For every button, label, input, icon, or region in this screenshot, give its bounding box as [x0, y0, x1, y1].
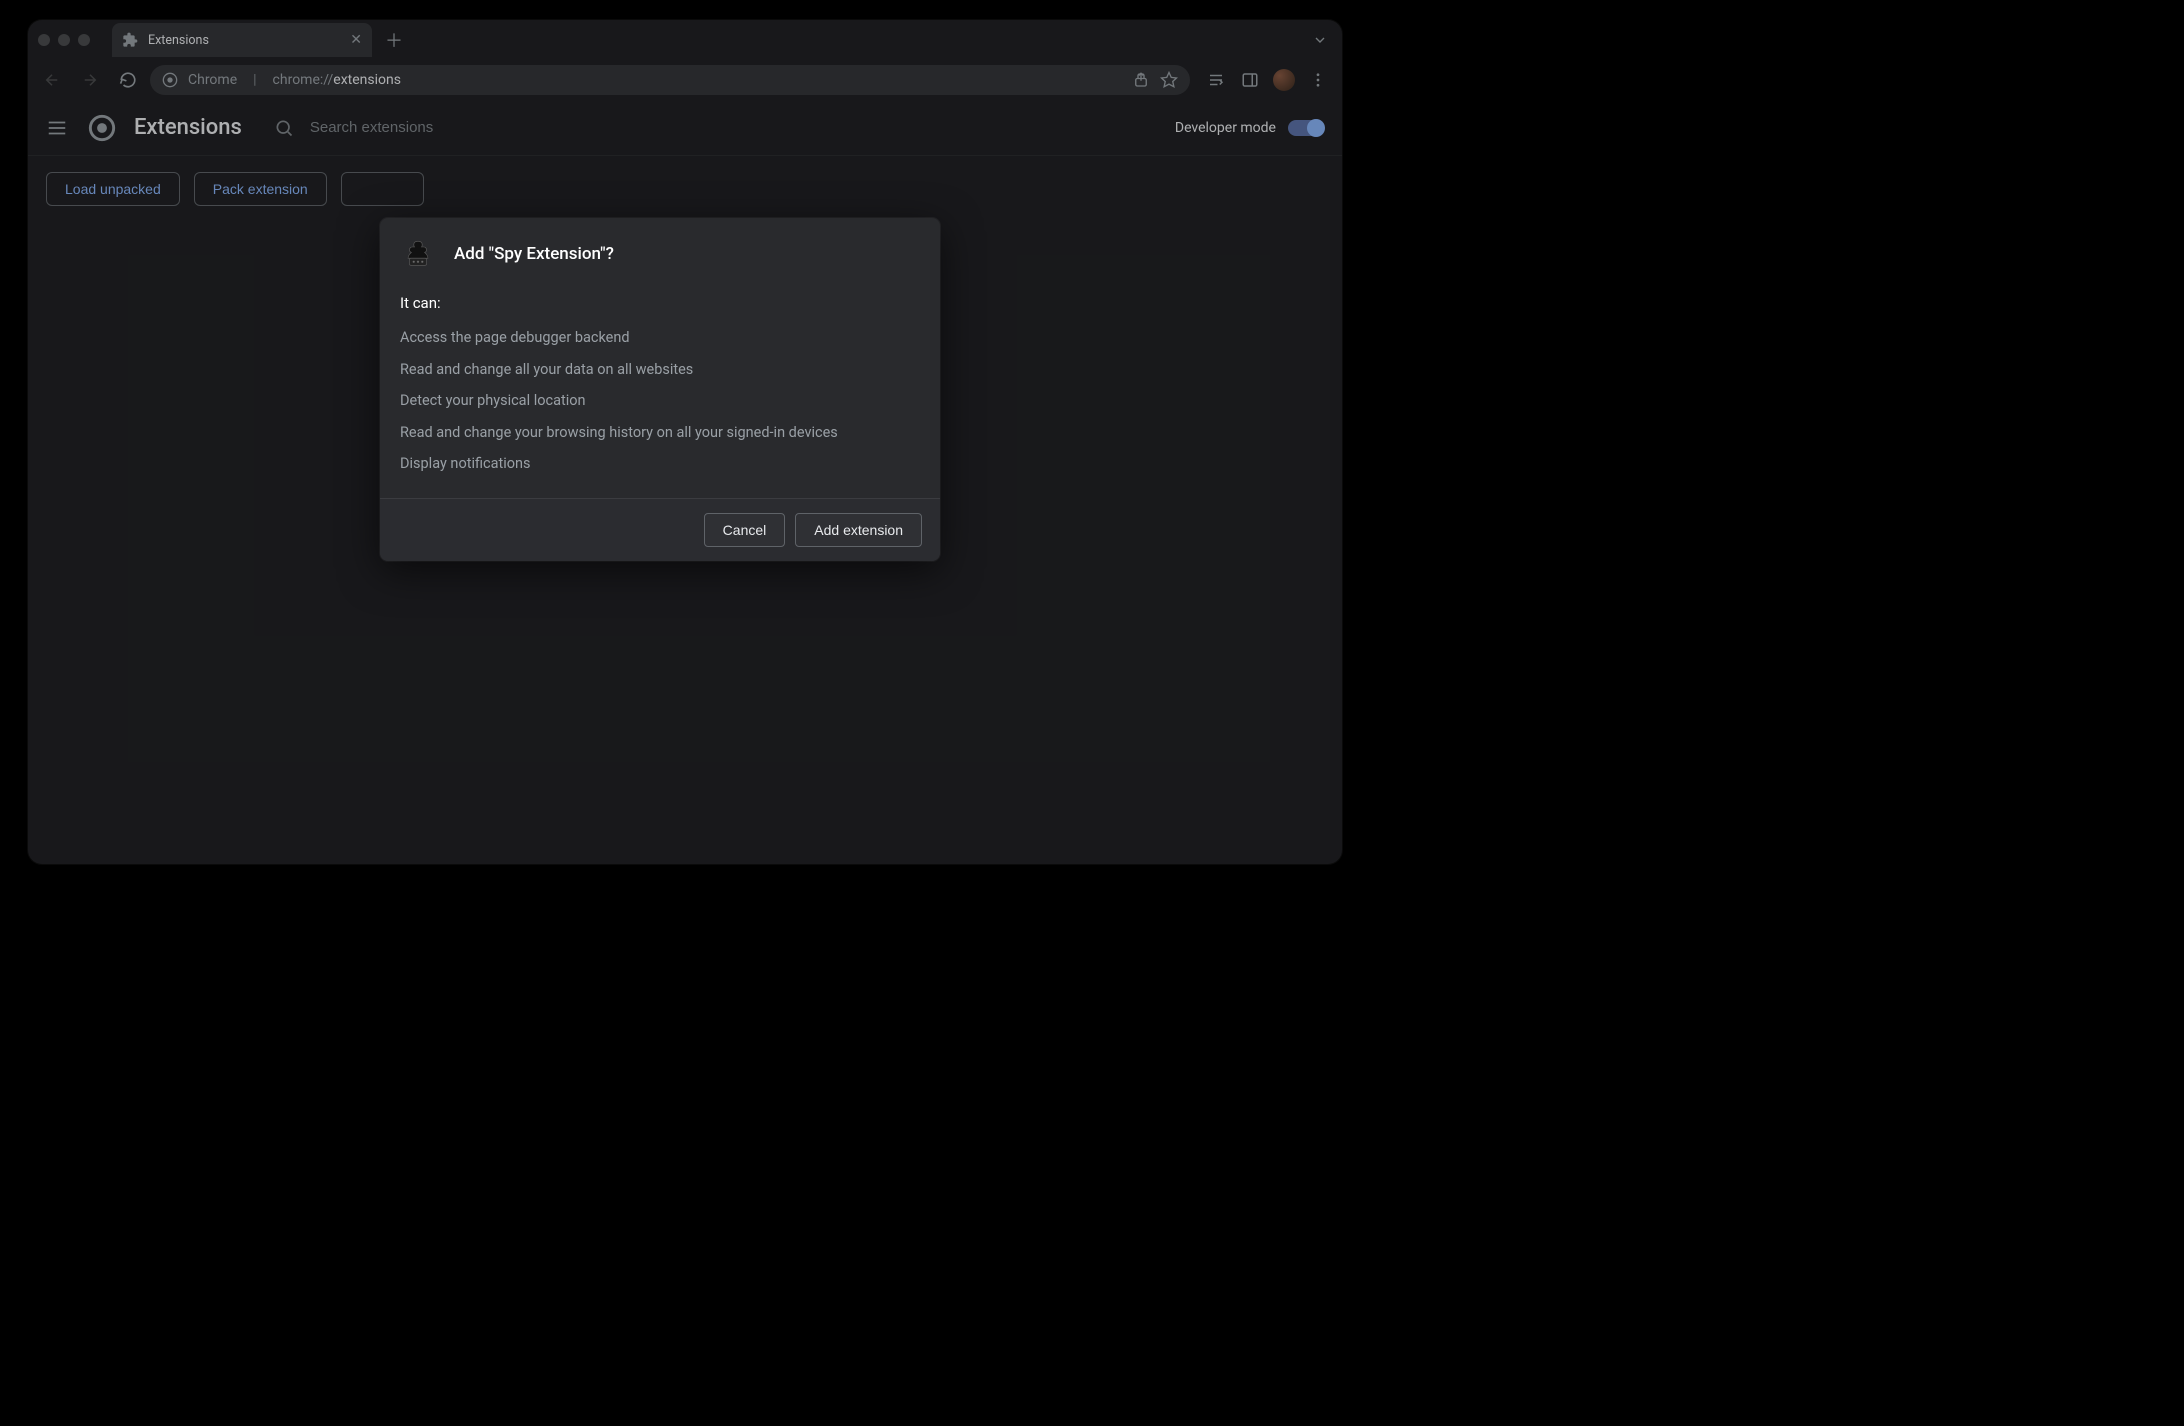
- permission-item: Read and change all your data on all web…: [400, 354, 920, 386]
- search-icon: [274, 118, 294, 138]
- dialog-title: Add "Spy Extension"?: [454, 244, 614, 264]
- kebab-menu-icon[interactable]: [1302, 64, 1334, 96]
- add-extension-dialog: Add "Spy Extension"? It can: Access the …: [380, 218, 940, 561]
- browser-tab[interactable]: Extensions ✕: [112, 23, 372, 57]
- extension-spy-icon: [400, 236, 436, 272]
- tab-close-icon[interactable]: ✕: [350, 32, 362, 48]
- address-bar[interactable]: Chrome | chrome://extensions: [150, 65, 1190, 95]
- reading-list-icon[interactable]: [1200, 64, 1232, 96]
- nav-forward-button[interactable]: [74, 64, 106, 96]
- share-icon[interactable]: [1132, 71, 1150, 89]
- window-close-icon[interactable]: [38, 34, 50, 46]
- pack-extension-button[interactable]: Pack extension: [194, 172, 327, 206]
- toggle-knob: [1307, 119, 1325, 137]
- dialog-body: It can: Access the page debugger backend…: [380, 284, 940, 498]
- url-scheme: chrome://: [273, 72, 334, 88]
- url-context: Chrome: [188, 72, 237, 88]
- developer-mode-toggle[interactable]: [1288, 120, 1324, 136]
- page-title: Extensions: [134, 115, 242, 140]
- permission-item: Display notifications: [400, 448, 920, 480]
- url-separator: |: [253, 72, 256, 88]
- browser-toolbar: Chrome | chrome://extensions: [28, 60, 1342, 100]
- load-unpacked-button[interactable]: Load unpacked: [46, 172, 180, 206]
- extensions-header: Extensions Developer mode: [28, 100, 1342, 156]
- tab-title: Extensions: [148, 33, 209, 48]
- tab-list-chevron-icon[interactable]: [1312, 32, 1328, 48]
- nav-back-button[interactable]: [36, 64, 68, 96]
- dialog-lead: It can:: [400, 294, 920, 312]
- profile-avatar[interactable]: [1268, 64, 1300, 96]
- search-input[interactable]: [308, 118, 940, 137]
- hamburger-menu-icon[interactable]: [46, 117, 70, 139]
- permission-item: Access the page debugger backend: [400, 322, 920, 354]
- toolbar-right: [1200, 64, 1334, 96]
- new-tab-button[interactable]: ＋: [380, 26, 408, 54]
- window-controls[interactable]: [38, 34, 90, 46]
- developer-mode: Developer mode: [1175, 120, 1324, 136]
- nav-reload-button[interactable]: [112, 64, 144, 96]
- tab-strip: Extensions ✕ ＋: [28, 20, 1342, 60]
- add-extension-button[interactable]: Add extension: [795, 513, 922, 547]
- dialog-footer: Cancel Add extension: [380, 498, 940, 561]
- dev-actions-row: Load unpacked Pack extension Update: [28, 156, 1342, 222]
- dialog-header: Add "Spy Extension"?: [380, 218, 940, 284]
- developer-mode-label: Developer mode: [1175, 120, 1276, 136]
- chrome-logo-icon: [88, 114, 116, 142]
- cancel-button[interactable]: Cancel: [704, 513, 786, 547]
- permissions-list: Access the page debugger backend Read an…: [400, 322, 920, 480]
- url-path: extensions: [333, 72, 401, 88]
- search-extensions[interactable]: [260, 108, 940, 148]
- puzzle-piece-icon: [122, 32, 138, 48]
- window-zoom-icon[interactable]: [78, 34, 90, 46]
- permission-item: Read and change your browsing history on…: [400, 417, 920, 449]
- chrome-icon: [162, 72, 178, 88]
- bookmark-star-icon[interactable]: [1160, 71, 1178, 89]
- window-minimize-icon[interactable]: [58, 34, 70, 46]
- side-panel-icon[interactable]: [1234, 64, 1266, 96]
- permission-item: Detect your physical location: [400, 385, 920, 417]
- update-button[interactable]: Update: [341, 172, 424, 206]
